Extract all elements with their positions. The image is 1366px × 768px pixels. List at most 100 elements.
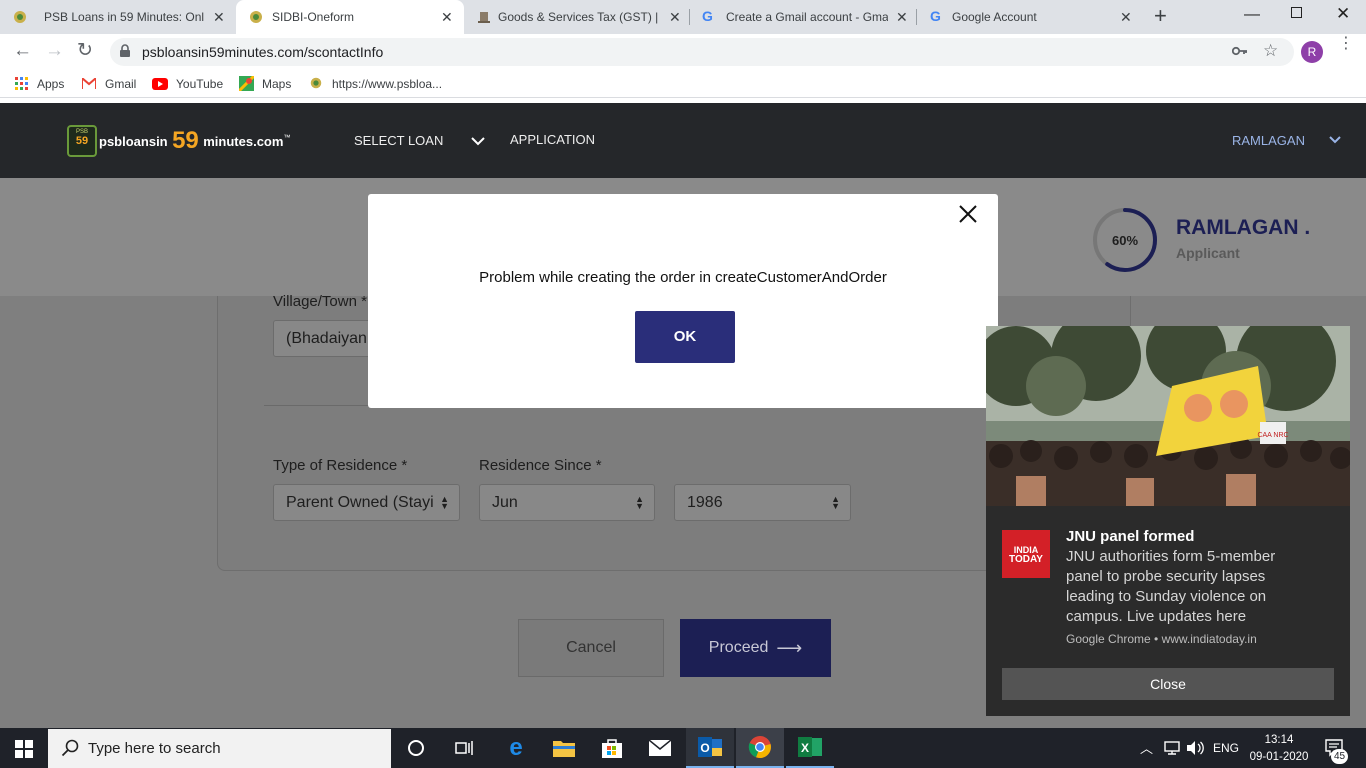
gst-emblem-icon [478, 12, 490, 23]
cortana-icon [408, 740, 424, 756]
back-arrow-icon[interactable]: ← [13, 40, 32, 62]
url-text: psbloansin59minutes.com/scontactInfo [142, 44, 384, 60]
nav-select-loan[interactable]: SELECT LOAN [354, 133, 443, 148]
select-arrows-icon: ▲ ▼ [635, 494, 644, 511]
proceed-button[interactable]: Proceed ⟶ [680, 619, 831, 677]
news-photo-image: CAA NRC [986, 326, 1350, 506]
site-logo-badge[interactable]: PSB 59 [67, 125, 97, 157]
tab-close-icon[interactable]: ✕ [441, 9, 453, 25]
clock-date: 09-01-2020 [1249, 751, 1309, 763]
residence-year-value: 1986 [687, 494, 723, 511]
store-bag-icon [602, 739, 622, 758]
residence-month-value: Jun [492, 494, 518, 511]
progress-label: 60% [1112, 233, 1138, 248]
key-icon[interactable] [1232, 46, 1248, 56]
file-explorer-button[interactable] [540, 728, 588, 768]
new-tab-icon[interactable]: + [1154, 5, 1167, 27]
chevron-down-icon[interactable] [471, 137, 485, 146]
chrome-icon [748, 736, 771, 759]
restore-icon[interactable] [1291, 7, 1302, 18]
taskbar-search-placeholder: Type here to search [88, 740, 221, 757]
tab-title: Create a Gmail account - Gmai [726, 10, 888, 24]
select-arrows-icon: ▲ ▼ [831, 494, 840, 511]
gmail-icon [82, 78, 96, 89]
edge-icon: e [509, 734, 523, 761]
cancel-button[interactable]: Cancel [518, 619, 664, 677]
applicant-role: Applicant [1176, 245, 1240, 261]
bookmark-psbloans[interactable]: https://www.psbloa... [332, 77, 442, 91]
tab-close-icon[interactable]: ✕ [1120, 9, 1132, 25]
google-g-icon: G [930, 8, 941, 24]
residence-year-select[interactable]: 1986 ▲ ▼ [674, 484, 851, 521]
site-logo-text[interactable]: psbloansin 59 minutes.com™ [99, 127, 290, 155]
logo-number: 59 [172, 127, 199, 154]
residence-month-select[interactable]: Jun ▲ ▼ [479, 484, 655, 521]
modal-message: Problem while creating the order in crea… [479, 269, 887, 286]
poster-text: CAA NRC [1257, 432, 1288, 439]
notification-count-badge: 45 [1331, 749, 1348, 764]
excel-button[interactable]: X [786, 728, 834, 768]
modal-ok-button[interactable]: OK [635, 311, 735, 363]
folder-icon [553, 741, 575, 757]
forward-arrow-icon[interactable]: → [45, 40, 64, 62]
windows-start-icon[interactable] [15, 740, 33, 758]
residence-since-label: Residence Since * [479, 457, 602, 474]
india-today-logo: INDIA TODAY [1002, 530, 1050, 578]
edge-button[interactable]: e [492, 728, 540, 768]
tab-google-account[interactable]: G Google Account ✕ [916, 0, 1142, 34]
store-button[interactable] [588, 728, 636, 768]
nav-application[interactable]: APPLICATION [510, 132, 595, 147]
network-icon[interactable] [1164, 740, 1180, 756]
modal-close-icon[interactable] [959, 205, 977, 223]
tab-title: Goods & Services Tax (GST) | Se [498, 10, 660, 24]
search-icon [61, 739, 79, 757]
outlook-button[interactable]: O [686, 728, 734, 768]
residence-type-select[interactable]: Parent Owned (Stayi ▲ ▼ [273, 484, 460, 521]
chrome-menu-icon[interactable]: ⋮ [1338, 36, 1354, 52]
notification-close-button[interactable]: Close [1002, 668, 1334, 700]
reload-icon[interactable]: ↻ [77, 39, 93, 62]
bookmark-star-icon[interactable]: ☆ [1263, 41, 1278, 61]
profile-avatar[interactable]: R [1301, 41, 1323, 63]
svg-text:O: O [700, 741, 709, 755]
minimize-icon[interactable]: — [1244, 6, 1260, 24]
user-menu[interactable]: RAMLAGAN [1232, 133, 1305, 148]
svg-text:X: X [801, 741, 809, 755]
bookmark-apps[interactable]: Apps [37, 77, 64, 91]
tab-title: SIDBI-Oneform [272, 10, 355, 24]
chrome-button[interactable] [736, 728, 784, 768]
residence-type-value: Parent Owned (Stayi [286, 494, 434, 511]
logo-tm: ™ [283, 134, 291, 142]
excel-icon: X [798, 737, 822, 757]
taskbar-clock[interactable]: 13:14 09-01-2020 [1248, 732, 1310, 766]
tab-psb-loans[interactable]: PSB Loans in 59 Minutes: Onlin ✕ [0, 0, 236, 34]
tab-title: Google Account [952, 10, 1037, 24]
psb-favicon-icon [310, 77, 322, 89]
tab-gmail-create[interactable]: G Create a Gmail account - Gmai ✕ [690, 0, 916, 34]
task-view-button[interactable] [440, 728, 488, 768]
tab-close-icon[interactable]: ✕ [669, 9, 681, 25]
outlook-icon: O [698, 737, 722, 757]
apps-grid-icon [15, 77, 28, 90]
bookmark-maps[interactable]: Maps [262, 77, 291, 91]
volume-icon[interactable] [1186, 740, 1204, 756]
tab-close-icon[interactable]: ✕ [213, 9, 225, 25]
psb-favicon-icon [14, 11, 26, 23]
applicant-name: RAMLAGAN . [1176, 216, 1311, 239]
google-g-icon: G [702, 8, 713, 24]
show-hidden-icons-icon[interactable]: ︿ [1140, 738, 1153, 757]
tab-gst[interactable]: Goods & Services Tax (GST) | Se ✕ [464, 0, 690, 34]
youtube-icon [152, 78, 168, 90]
bookmark-gmail[interactable]: Gmail [105, 77, 136, 91]
mail-icon [649, 740, 671, 756]
bookmark-youtube[interactable]: YouTube [176, 77, 223, 91]
tab-close-icon[interactable]: ✕ [896, 9, 908, 25]
mail-button[interactable] [636, 728, 684, 768]
user-chevron-down-icon[interactable] [1329, 136, 1341, 144]
cortana-button[interactable] [392, 728, 440, 768]
close-window-icon[interactable]: ✕ [1336, 4, 1350, 24]
tab-sidbi-oneform[interactable]: SIDBI-Oneform ✕ [236, 0, 464, 34]
notification-body: JNU authorities form 5-member panel to p… [1066, 548, 1276, 625]
language-indicator[interactable]: ENG [1213, 741, 1239, 755]
progress-ring: 60% [1093, 208, 1157, 272]
